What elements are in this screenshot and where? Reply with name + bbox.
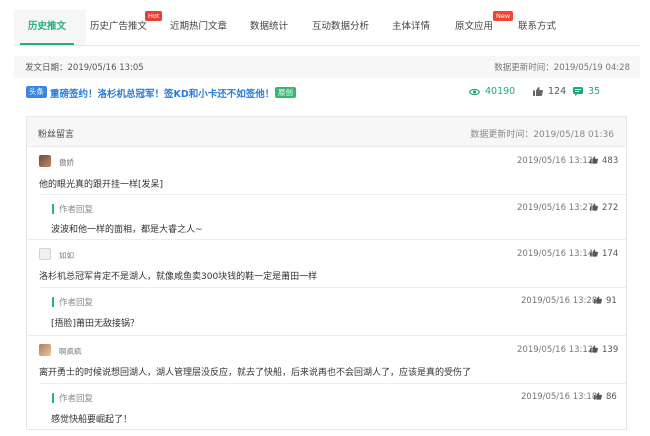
author-reply: 作者回复 2019/05/16 13:28 91 [捂脸]莆田无敌接锅？	[39, 288, 626, 334]
avatar	[39, 155, 51, 167]
reply-likes: 86	[594, 392, 617, 402]
tab-entity-details[interactable]: 主体详情	[392, 18, 430, 44]
comment-text: 洛杉机总冠军肯定不是湖人，就像咸鱼卖300块钱的鞋一定是莆田一样	[39, 272, 318, 282]
tab-interaction-analysis[interactable]: 互动数据分析	[312, 18, 369, 44]
comment-likes: 483	[590, 156, 618, 166]
read-count: 40190	[469, 86, 515, 97]
fan-comments-panel: 粉丝留言 数据更新时间：2019/05/18 01:36 傲娇 2019/05/…	[26, 116, 627, 430]
comment-username: 如如	[59, 251, 74, 260]
reply-indicator	[52, 204, 54, 214]
reply-indicator	[52, 297, 54, 307]
thumbs-up-icon	[590, 345, 598, 353]
reply-label: 作者回复	[59, 394, 94, 404]
comment-likes: 174	[590, 249, 618, 259]
reply-label: 作者回复	[59, 205, 94, 215]
avatar	[39, 344, 51, 356]
author-reply: 作者回复 2019/05/16 13:27 272 波波和他一样的面相，都是大睿…	[39, 195, 626, 239]
article-title-link[interactable]: 重磅签约！洛杉机总冠军！签KD和小卡还不如签他！	[50, 86, 274, 100]
comment-item: 啊疯疯 2019/05/16 13:12 139 离开勇士的时候说想回湖人，湖人…	[27, 336, 626, 430]
comment-time: 2019/05/16 13:12	[517, 156, 594, 166]
eye-icon	[469, 88, 480, 95]
panel-updated-time: 数据更新时间：2019/05/18 01:36	[470, 130, 614, 140]
comment-username: 傲娇	[59, 158, 74, 167]
panel-header: 粉丝留言 数据更新时间：2019/05/18 01:36	[27, 117, 626, 147]
divider	[27, 239, 626, 240]
tab-history-posts[interactable]: 历史推文	[19, 18, 75, 45]
comment-item: 如如 2019/05/16 13:14 174 洛杉机总冠军肯定不是湖人，就像咸…	[27, 241, 626, 336]
tab-contact[interactable]: 联系方式	[518, 18, 556, 44]
original-tag: 原创	[275, 87, 296, 98]
comment-count: 35	[573, 86, 600, 97]
thumbs-up-icon	[590, 249, 598, 257]
reply-likes: 272	[590, 203, 618, 213]
thumbs-up-icon	[590, 156, 598, 164]
reply-text: [捂脸]莆田无敌接锅？	[51, 319, 140, 329]
panel-title: 粉丝留言	[38, 130, 75, 140]
reply-text: 感觉快船要崛起了！	[51, 415, 133, 425]
like-count: 124	[533, 86, 566, 97]
reply-text: 波波和他一样的面相，都是大睿之人~	[51, 225, 203, 235]
reply-time: 2019/05/16 13:28	[521, 296, 598, 306]
thumbs-up-icon	[590, 203, 598, 211]
article-row: 头条 重磅签约！洛杉机总冠军！签KD和小卡还不如签他！ 原创 40190 124…	[14, 82, 640, 104]
tab-original-apps[interactable]: 原文应用 New	[455, 11, 514, 44]
comment-text: 离开勇士的时候说想回湖人，湖人管理层没反应，就去了快船，后来说再也不会回湖人了，…	[39, 368, 472, 378]
data-updated-time: 数据更新时间：2019/05/19 04:28	[494, 63, 630, 73]
author-reply: 作者回复 2019/05/16 13:18 86 感觉快船要崛起了！	[39, 384, 626, 429]
headline-tag: 头条	[26, 86, 47, 98]
thumbs-up-icon	[594, 392, 602, 400]
hot-badge: Hot	[145, 11, 163, 21]
comment-icon	[573, 87, 583, 96]
tab-bar: 历史推文 历史广告推文 Hot 近期热门文章 数据统计 互动数据分析 主体详情 原…	[14, 10, 640, 46]
comment-likes: 139	[590, 345, 618, 355]
reply-time: 2019/05/16 13:18	[521, 392, 598, 402]
comment-text: 他的眼光真的跟开挂一样[发呆]	[39, 180, 164, 190]
tab-history-ad-posts[interactable]: 历史广告推文 Hot	[90, 11, 163, 44]
publish-meta-row: 发文日期：2019/05/16 13:05 数据更新时间：2019/05/19 …	[14, 56, 640, 78]
thumbs-up-icon	[533, 87, 543, 96]
comment-time: 2019/05/16 13:12	[517, 345, 594, 355]
tab-data-stats[interactable]: 数据统计	[250, 18, 288, 44]
comment-time: 2019/05/16 13:14	[517, 249, 594, 259]
reply-likes: 91	[594, 296, 617, 306]
reply-indicator	[52, 393, 54, 403]
new-badge: New	[493, 11, 514, 21]
thumbs-up-icon	[594, 296, 602, 304]
comment-username: 啊疯疯	[59, 347, 82, 356]
reply-label: 作者回复	[59, 298, 94, 308]
reply-time: 2019/05/16 13:27	[517, 203, 594, 213]
avatar	[39, 248, 51, 260]
comment-item: 傲娇 2019/05/16 13:12 483 他的眼光真的跟开挂一样[发呆] …	[27, 147, 626, 240]
tab-recent-hot-articles[interactable]: 近期热门文章	[170, 18, 227, 44]
publish-date: 发文日期：2019/05/16 13:05	[25, 63, 144, 73]
